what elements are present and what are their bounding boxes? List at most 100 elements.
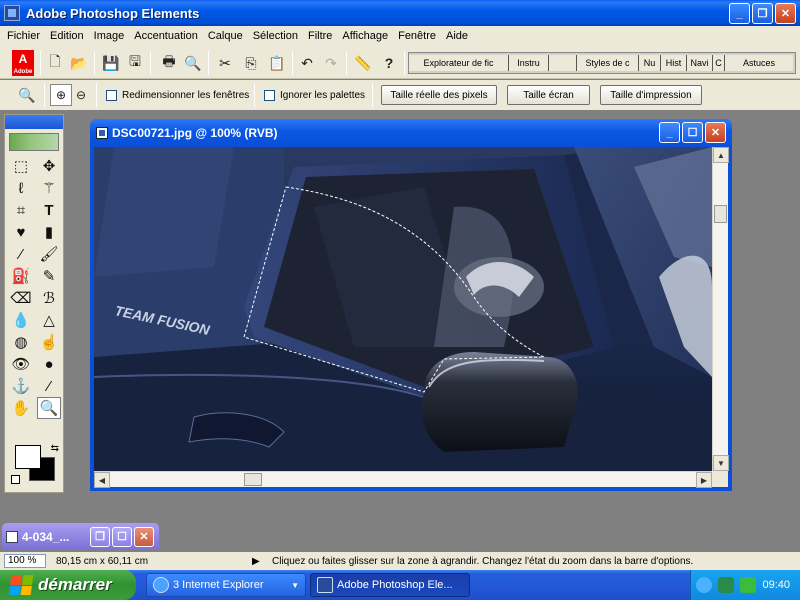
horizontal-scrollbar[interactable]: ◀ ▶ (94, 471, 712, 488)
pencil-tool-icon[interactable]: ✎ (37, 265, 61, 287)
actual-pixels-button[interactable]: Taille réelle des pixels (381, 85, 497, 105)
minimized-document[interactable]: 4-034_... ❐ ☐ ✕ (2, 523, 159, 550)
fit-screen-button[interactable]: Taille écran (507, 85, 590, 105)
clock[interactable]: 09:40 (762, 579, 790, 591)
taskbar-item-photoshop[interactable]: Adobe Photoshop Ele... (310, 573, 470, 597)
menu-calque[interactable]: Calque (203, 30, 248, 42)
shape-tool-icon[interactable]: ♥ (9, 221, 33, 243)
print-preview-icon[interactable]: 🔍 (182, 52, 204, 74)
zoom-in-icon[interactable]: ⊕ (50, 84, 72, 106)
restore-button[interactable]: ❐ (752, 3, 773, 24)
redo-icon[interactable]: ↷ (320, 52, 342, 74)
open-folder-icon[interactable]: 📂 (68, 52, 90, 74)
image-canvas[interactable]: TEAM FUSION (94, 147, 712, 471)
ruler-icon[interactable]: 📏 (352, 52, 374, 74)
type-tool-icon[interactable]: T (37, 199, 61, 221)
resize-windows-checkbox[interactable]: Redimensionner les fenêtres (106, 90, 249, 101)
scroll-down-arrow[interactable]: ▼ (713, 455, 729, 471)
swap-colors-icon[interactable]: ⇆ (51, 443, 59, 454)
checkbox-box[interactable] (264, 90, 275, 101)
default-colors-icon[interactable] (11, 475, 20, 484)
menu-aide[interactable]: Aide (441, 30, 473, 42)
save-for-web-icon[interactable]: 🖫 (124, 52, 146, 74)
menu-fenetre[interactable]: Fenêtre (393, 30, 441, 42)
menu-selection[interactable]: Sélection (248, 30, 303, 42)
scroll-up-arrow[interactable]: ▲ (713, 147, 729, 163)
lasso-tool-icon[interactable]: ℓ (9, 177, 33, 199)
network-icon[interactable] (718, 577, 735, 593)
vertical-scrollbar[interactable]: ▲ ▼ (712, 147, 729, 471)
copy-icon[interactable]: ⎘ (240, 52, 262, 74)
menu-fichier[interactable]: Fichier (2, 30, 45, 42)
zoom-tool-icon[interactable]: 🔍 (37, 397, 61, 419)
car-photo[interactable]: TEAM FUSION (94, 147, 712, 471)
close-button[interactable]: ✕ (775, 3, 796, 24)
sharpen-tool-icon[interactable]: △ (37, 309, 61, 331)
print-size-button[interactable]: Taille d'impression (600, 85, 702, 105)
doc-maximize-button[interactable]: ☐ (682, 122, 703, 143)
status-menu-arrow-icon[interactable]: ▶ (252, 556, 266, 567)
ignore-palettes-checkbox[interactable]: Ignorer les palettes (264, 90, 365, 101)
vertical-scroll-thumb[interactable] (714, 205, 727, 223)
eyedropper-tool-icon[interactable]: ⁄ (9, 243, 33, 265)
color-picker-tool-icon[interactable]: ⁄ (37, 375, 61, 397)
palette-tab-layer-styles[interactable]: Styles de c (577, 55, 639, 71)
document-titlebar[interactable]: DSC00721.jpg @ 100% (RVB) _ ☐ ✕ (90, 119, 732, 147)
hand-tool-icon[interactable]: ✋ (9, 397, 33, 419)
app-titlebar[interactable]: Adobe Photoshop Elements _ ❐ ✕ (0, 0, 800, 26)
menu-affichage[interactable]: Affichage (337, 30, 393, 42)
clone-stamp-tool-icon[interactable]: ⚓ (9, 375, 33, 397)
move-tool-icon[interactable]: ✥ (37, 155, 61, 177)
doc-minimize-button[interactable]: _ (659, 122, 680, 143)
print-icon[interactable]: 🖶 (158, 52, 180, 74)
undo-icon[interactable]: ↶ (296, 52, 318, 74)
photoshop-app-icon[interactable] (4, 5, 20, 21)
paint-bucket-tool-icon[interactable]: ⛽ (9, 265, 33, 287)
adobe-logo[interactable]: A Adobe (12, 50, 34, 76)
magic-wand-tool-icon[interactable]: ⚚ (37, 177, 61, 199)
help-icon[interactable]: ? (378, 52, 400, 74)
toolbox-header[interactable] (5, 115, 63, 129)
palette-tab-hints[interactable]: Astuces (725, 55, 793, 71)
marquee-tool-icon[interactable]: ⬚ (9, 155, 33, 177)
minimize-button[interactable]: _ (729, 3, 750, 24)
menu-edition[interactable]: Edition (45, 30, 89, 42)
doc-close-button[interactable]: ✕ (705, 122, 726, 143)
document-icon[interactable] (96, 127, 108, 139)
burn-tool-icon[interactable]: ● (37, 353, 61, 375)
horizontal-scroll-thumb[interactable] (244, 473, 262, 486)
min-doc-close-button[interactable]: ✕ (134, 526, 154, 547)
sponge-tool-icon[interactable]: ◍ (9, 331, 33, 353)
brush-tool-icon[interactable]: 🖌 (37, 243, 61, 265)
zoom-out-icon[interactable]: ⊖ (70, 84, 92, 106)
palette-tab-blank[interactable] (549, 55, 577, 71)
palette-tab-file-browser[interactable]: Explorateur de fic (409, 55, 509, 71)
new-file-icon[interactable]: 🗋 (44, 52, 66, 74)
tray-expand-icon[interactable] (696, 577, 713, 593)
save-icon[interactable]: 💾 (100, 52, 122, 74)
scroll-left-arrow[interactable]: ◀ (94, 472, 110, 488)
palette-tab-color[interactable]: C (713, 55, 725, 71)
red-eye-tool-icon[interactable]: 👁 (9, 353, 33, 375)
start-button[interactable]: démarrer (0, 570, 136, 600)
smudge-tool-icon[interactable]: ☝ (37, 331, 61, 353)
crop-tool-icon[interactable]: ⌗ (9, 199, 33, 221)
foreground-color-swatch[interactable] (15, 445, 41, 469)
menu-filtre[interactable]: Filtre (303, 30, 337, 42)
impressionist-brush-tool-icon[interactable]: ℬ (37, 287, 61, 309)
cut-icon[interactable]: ✂ (214, 52, 236, 74)
palette-tab-swatches[interactable]: Nu (639, 55, 661, 71)
security-icon[interactable] (740, 577, 757, 593)
blur-tool-icon[interactable]: 💧 (9, 309, 33, 331)
eraser-tool-icon[interactable]: ⌫ (9, 287, 33, 309)
menu-image[interactable]: Image (89, 30, 130, 42)
eye-logo[interactable] (9, 133, 59, 151)
gradient-tool-icon[interactable]: ▮ (37, 221, 61, 243)
min-doc-maximize-button[interactable]: ☐ (112, 526, 132, 547)
zoom-level-field[interactable]: 100 % (4, 554, 46, 568)
palette-tab-instructions[interactable]: Instru (509, 55, 549, 71)
palette-tab-navigator[interactable]: Navi (687, 55, 713, 71)
palette-tab-history[interactable]: Hist (661, 55, 687, 71)
scroll-right-arrow[interactable]: ▶ (696, 472, 712, 488)
taskbar-item-internet-explorer[interactable]: 3 Internet Explorer ▼ (146, 573, 306, 597)
